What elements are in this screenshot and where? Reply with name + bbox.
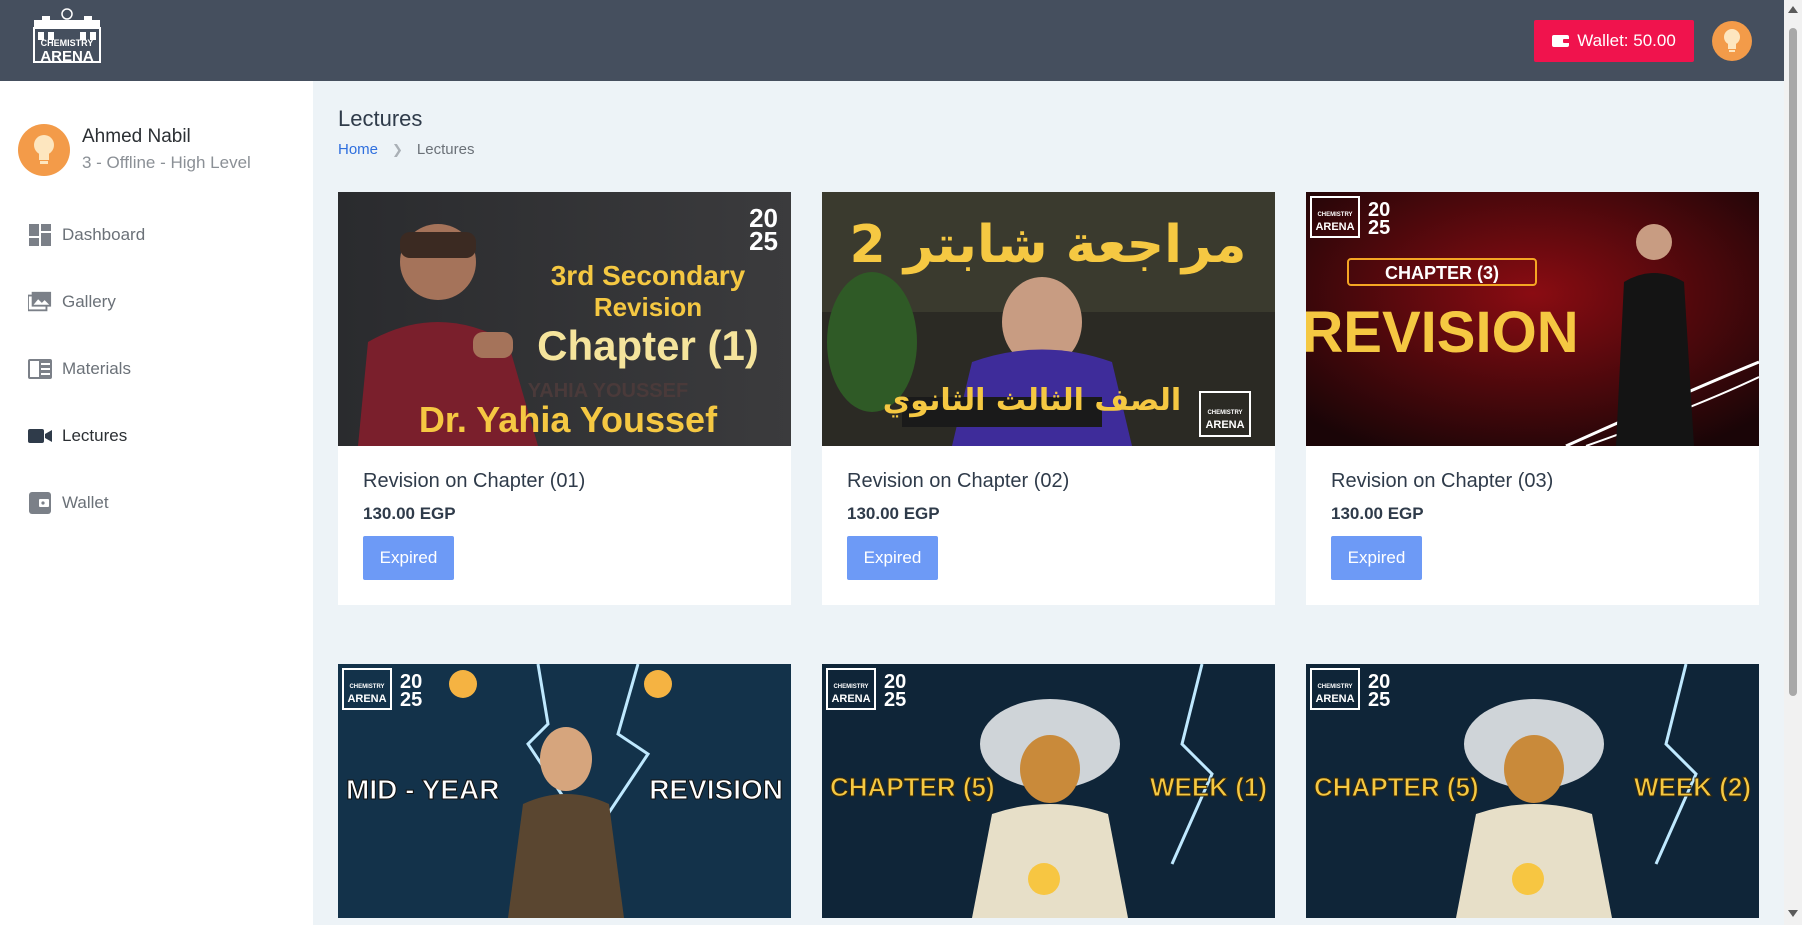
lecture-title[interactable]: Revision on Chapter (02) [847,468,1250,494]
wallet-icon [28,491,52,515]
sidebar-item-label: Gallery [62,291,116,311]
lecture-card[interactable]: مراجعة شابتر 2 الصف الثالث الثانوي CHEMI… [822,192,1275,605]
thumb-logo-top: CHEMISTRY [1317,212,1352,218]
lecture-card[interactable]: CHEMISTRY ARENA 20 25 CHAPTER (3) REVISI… [1306,192,1759,605]
thumb-logo-bottom: ARENA [1315,221,1354,233]
thumb-logo-top: CHEMISTRY [1317,684,1352,690]
thumb-logo-top: CHEMISTRY [1207,410,1242,416]
thumb-year-bottom: 25 [749,226,778,256]
lecture-thumbnail[interactable]: CHEMISTRY ARENA 20 25 MID - YEAR REVISIO… [338,664,791,918]
thumb-chapter: CHAPTER (3) [1385,263,1499,283]
chemistry-arena-logo[interactable]: CHEMISTRY ARENA [28,6,106,70]
lecture-thumbnail[interactable]: مراجعة شابتر 2 الصف الثالث الثانوي CHEMI… [822,192,1275,446]
lecture-card[interactable]: CHEMISTRY ARENA 20 25 CHAPTER (5) WEEK (… [1306,664,1759,918]
thumb-headline: مراجعة شابتر 2 [850,215,1247,275]
lightbulb-icon [34,135,54,164]
thumb-year-bottom: 25 [400,689,422,711]
expired-button[interactable]: Expired [363,536,454,580]
lecture-price: 130.00 EGP [1331,504,1424,523]
lecture-thumbnail[interactable]: CHEMISTRY ARENA 20 25 CHAPTER (5) WEEK (… [1306,664,1759,918]
lecture-title[interactable]: Revision on Chapter (03) [1331,468,1734,494]
thumb-right-text: REVISION [649,774,783,805]
thumb-right-text: WEEK (1) [1150,772,1267,802]
thumb-right-text: WEEK (2) [1634,772,1751,802]
user-profile: Ahmed Nabil 3 - Offline - High Level [18,124,251,176]
user-subtitle: 3 - Offline - High Level [82,153,251,172]
sidebar-item-label: Dashboard [62,224,146,244]
thumb-logo-bottom: ARENA [1205,419,1244,431]
wallet-balance-button[interactable]: Wallet: 50.00 [1534,20,1694,62]
lightbulb-icon [1724,29,1740,52]
thumb-logo-top: CHEMISTRY [833,684,868,690]
top-navbar: CHEMISTRY ARENA Wallet: 50.00 [0,0,1784,81]
lecture-thumbnail[interactable]: CHEMISTRY ARENA 20 25 CHAPTER (5) WEEK (… [822,664,1275,918]
sidebar-nav: Dashboard Gallery Materials Lectures Wal… [0,201,313,536]
thumb-logo-bottom: ARENA [831,693,870,705]
breadcrumb-current: Lectures [416,141,475,158]
thumb-line-4: Dr. Yahia Youssef [419,399,718,440]
chevron-right-icon: ❯ [392,141,403,157]
sidebar-item-dashboard[interactable]: Dashboard [0,201,313,268]
logo-text-bottom: ARENA [40,48,94,65]
thumb-year-bottom: 25 [1368,217,1390,239]
thumb-logo-bottom: ARENA [1315,693,1354,705]
lecture-card[interactable]: YAHIA YOUSSEF 20 25 3rd Secondary Revisi… [338,192,791,605]
scroll-down-arrow-icon[interactable] [1788,910,1798,917]
wallet-balance-label: Wallet: 50.00 [1577,31,1676,50]
video-camera-icon [28,424,52,448]
thumb-left-text: MID - YEAR [346,774,500,805]
sidebar-item-label: Materials [62,358,131,378]
lecture-thumbnail[interactable]: CHEMISTRY ARENA 20 25 CHAPTER (3) REVISI… [1306,192,1759,446]
logo-text-top: CHEMISTRY [41,38,94,48]
thumb-year-bottom: 25 [1368,689,1390,711]
expired-button[interactable]: Expired [1331,536,1422,580]
dashboard-icon [28,223,52,247]
thumb-line-1: 3rd Secondary [551,260,746,291]
scrollbar-thumb[interactable] [1789,28,1797,696]
thumb-line-2: Revision [594,292,702,322]
thumb-left-text: CHAPTER (5) [830,772,995,802]
lecture-title[interactable]: Revision on Chapter (01) [363,468,766,494]
main-content: Lectures Home ❯ Lectures YAHIA YOUSSEF 2… [313,81,1784,925]
user-name: Ahmed Nabil [82,126,191,147]
wallet-icon [1552,35,1571,47]
expired-button[interactable]: Expired [847,536,938,580]
breadcrumb: Home ❯ Lectures [338,141,474,158]
thumb-line-3: Chapter (1) [537,322,759,369]
scroll-up-arrow-icon[interactable] [1788,6,1798,13]
gallery-icon [28,290,52,314]
sidebar-item-lectures[interactable]: Lectures [0,402,313,469]
user-avatar-menu[interactable] [1712,21,1752,61]
breadcrumb-home-link[interactable]: Home [338,141,378,158]
thumb-logo-bottom: ARENA [347,693,386,705]
sidebar-item-wallet[interactable]: Wallet [0,469,313,536]
thumb-headline: REVISION [1306,300,1579,365]
sidebar-item-materials[interactable]: Materials [0,335,313,402]
sidebar: Ahmed Nabil 3 - Offline - High Level Das… [0,81,313,925]
thumb-left-text: CHAPTER (5) [1314,772,1479,802]
lecture-card[interactable]: CHEMISTRY ARENA 20 25 CHAPTER (5) WEEK (… [822,664,1275,918]
page-scrollbar[interactable] [1784,0,1802,925]
lecture-thumbnail[interactable]: YAHIA YOUSSEF 20 25 3rd Secondary Revisi… [338,192,791,446]
page-title: Lectures [338,106,423,131]
lecture-price: 130.00 EGP [363,504,456,523]
sidebar-item-gallery[interactable]: Gallery [0,268,313,335]
sidebar-item-label: Lectures [62,425,128,445]
avatar [18,124,70,176]
sidebar-item-label: Wallet [62,492,109,512]
thumb-subline: الصف الثالث الثانوي [883,383,1181,418]
materials-icon [28,357,52,381]
thumb-logo-top: CHEMISTRY [349,684,384,690]
lecture-price: 130.00 EGP [847,504,940,523]
lecture-card[interactable]: CHEMISTRY ARENA 20 25 MID - YEAR REVISIO… [338,664,791,918]
thumb-year-bottom: 25 [884,689,906,711]
